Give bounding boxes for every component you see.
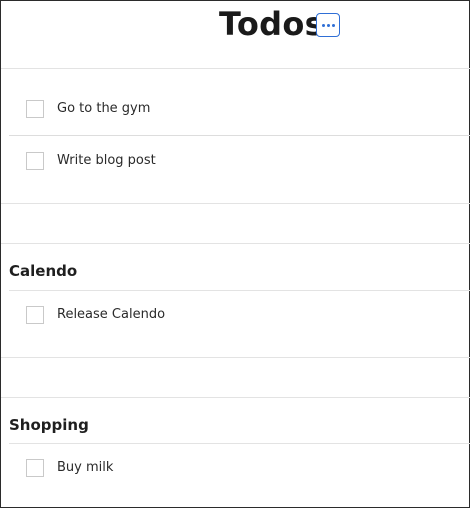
todo-label: Write blog post	[57, 153, 156, 168]
header: Todos	[1, 1, 470, 69]
todo-item[interactable]: Write blog post	[9, 136, 470, 188]
more-options-button[interactable]	[316, 13, 340, 37]
todo-item[interactable]: Go to the gym	[9, 84, 470, 136]
todo-label: Go to the gym	[57, 101, 151, 116]
section-divider	[1, 243, 470, 244]
app-window: Todos Go to the gym Write blog post Cale…	[0, 0, 470, 508]
ellipsis-icon	[331, 23, 335, 27]
todo-checkbox[interactable]	[26, 100, 44, 118]
ellipsis-icon	[321, 23, 325, 27]
section-title-shopping: Shopping	[9, 416, 89, 434]
todo-item[interactable]: Buy milk	[9, 443, 470, 495]
section-divider	[1, 357, 470, 358]
todo-label: Buy milk	[57, 460, 114, 475]
page-title: Todos	[219, 5, 324, 43]
ellipsis-icon	[326, 23, 330, 27]
todo-checkbox[interactable]	[26, 152, 44, 170]
section-divider	[1, 397, 470, 398]
todo-item[interactable]: Release Calendo	[9, 290, 470, 342]
section-title-calendo: Calendo	[9, 262, 78, 280]
section-divider	[1, 203, 470, 204]
todo-checkbox[interactable]	[26, 306, 44, 324]
todo-checkbox[interactable]	[26, 459, 44, 477]
todo-label: Release Calendo	[57, 307, 166, 322]
